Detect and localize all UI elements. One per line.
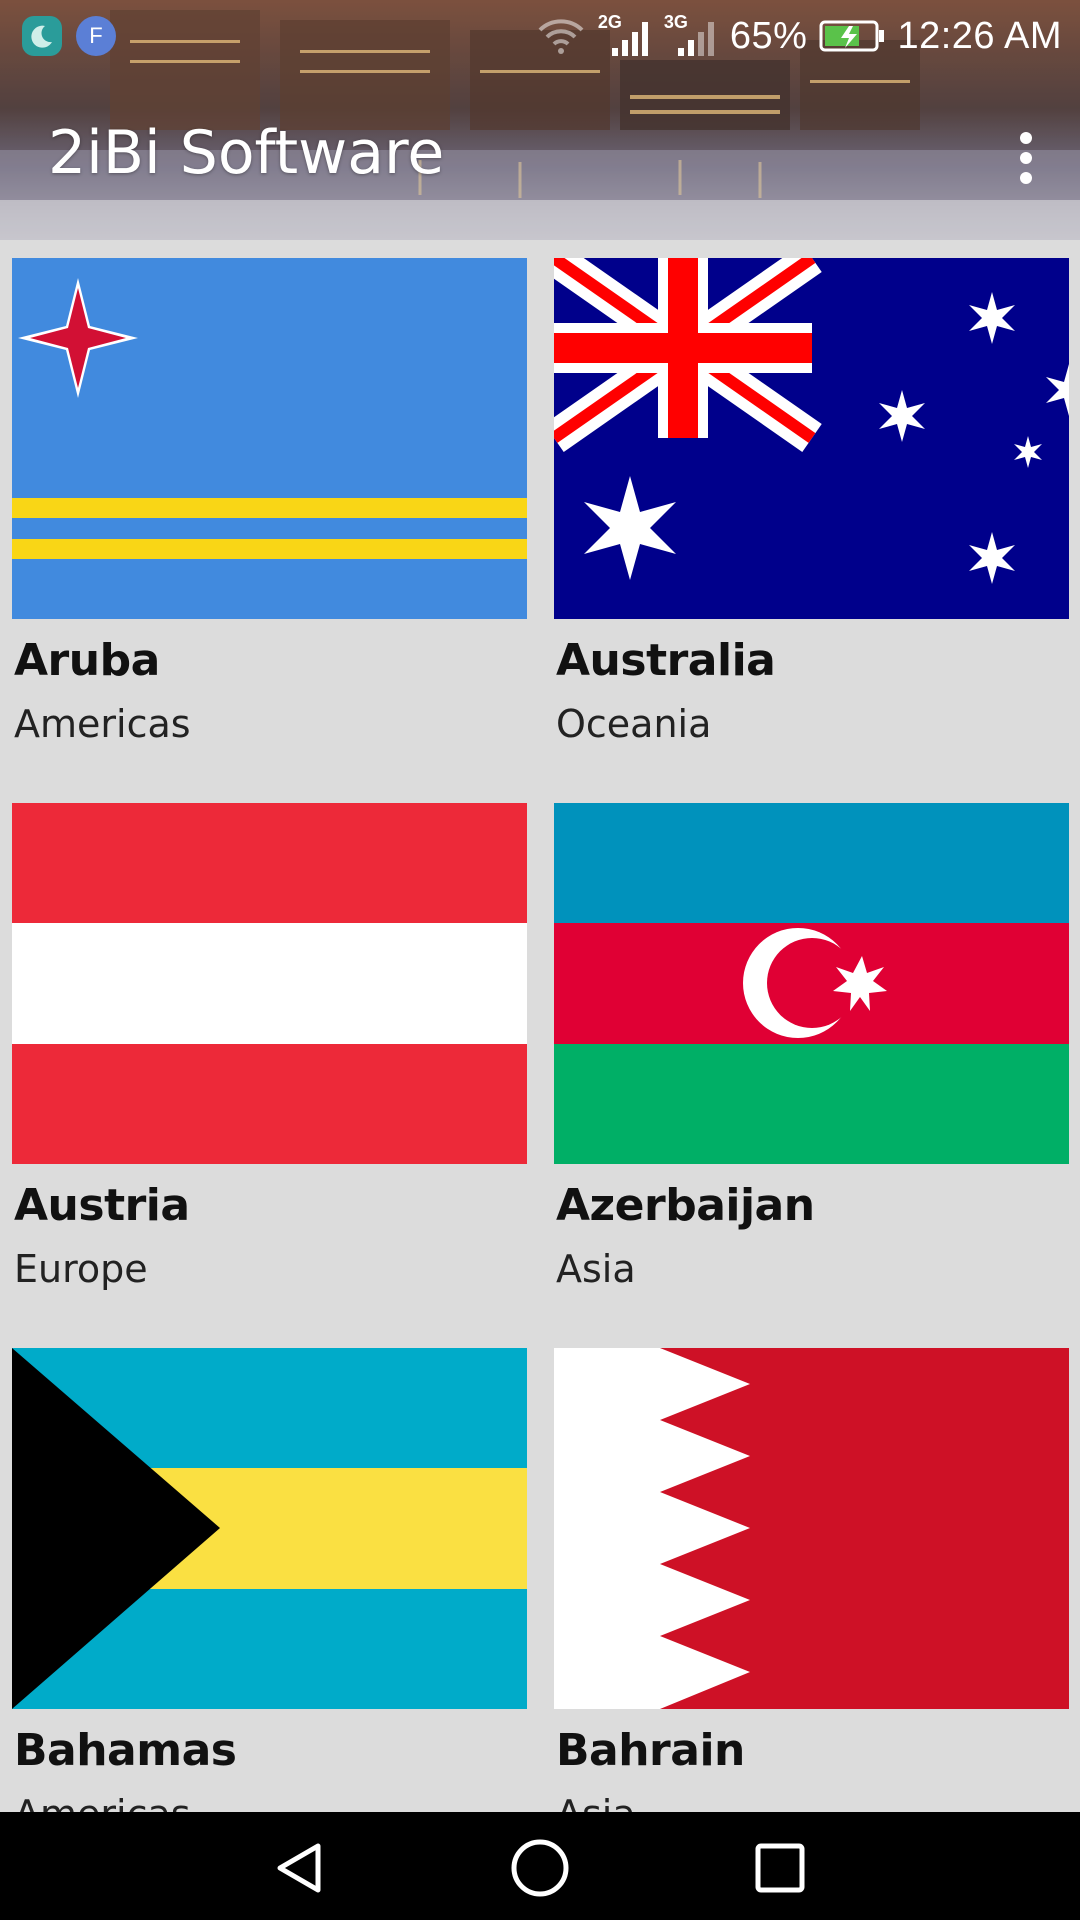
country-name: Aruba	[14, 635, 160, 686]
flag-bahrain	[554, 1348, 1069, 1709]
app-title: 2iBi Software	[48, 118, 445, 188]
country-card-bahamas[interactable]: Bahamas Americas	[12, 1330, 527, 1812]
recents-square-icon	[755, 1843, 805, 1893]
clock: 12:26 AM	[897, 14, 1062, 57]
flag-australia	[554, 258, 1069, 619]
country-card-aruba[interactable]: Aruba Americas	[12, 240, 527, 785]
flag-bahamas	[12, 1348, 527, 1709]
country-region: Asia	[556, 1792, 636, 1812]
country-grid: Aruba Americas Australia Oceania Austria…	[0, 240, 1080, 1812]
back-button[interactable]	[260, 1836, 340, 1900]
status-bar: F 2G 3G 65% 12:26 AM	[0, 0, 1080, 72]
more-options-button[interactable]	[1006, 128, 1046, 188]
more-vert-icon	[1020, 132, 1032, 144]
country-card-austria[interactable]: Austria Europe	[12, 785, 527, 1330]
country-card-azerbaijan[interactable]: Azerbaijan Asia	[554, 785, 1069, 1330]
navigation-bar	[0, 1812, 1080, 1920]
recents-button[interactable]	[740, 1836, 820, 1900]
flag-azerbaijan	[554, 803, 1069, 1164]
flag-aruba	[12, 258, 527, 619]
app-bar: F 2G 3G 65% 12:26 AM 2iBi Software	[0, 0, 1080, 240]
flag-austria	[12, 803, 527, 1164]
signal-3g-icon: 3G	[664, 12, 718, 60]
country-name: Bahrain	[556, 1725, 745, 1776]
country-region: Asia	[556, 1247, 636, 1291]
country-region: Europe	[14, 1247, 148, 1291]
signal-2g-icon: 2G	[598, 12, 652, 60]
back-triangle-icon	[277, 1843, 321, 1893]
home-circle-icon	[511, 1839, 569, 1897]
battery-charging-icon	[819, 20, 885, 52]
country-name: Azerbaijan	[556, 1180, 815, 1231]
country-region: Americas	[14, 1792, 191, 1812]
country-region: Americas	[14, 702, 191, 746]
moon-notification-icon	[22, 16, 62, 56]
country-card-bahrain[interactable]: Bahrain Asia	[554, 1330, 1069, 1812]
wifi-icon	[538, 19, 584, 54]
battery-percent: 65%	[729, 14, 808, 57]
country-name: Australia	[556, 635, 776, 686]
country-card-australia[interactable]: Australia Oceania	[554, 240, 1069, 785]
f-notification-icon: F	[76, 16, 116, 56]
country-name: Austria	[14, 1180, 190, 1231]
country-region: Oceania	[556, 702, 712, 746]
country-name: Bahamas	[14, 1725, 237, 1776]
home-button[interactable]	[500, 1836, 580, 1900]
